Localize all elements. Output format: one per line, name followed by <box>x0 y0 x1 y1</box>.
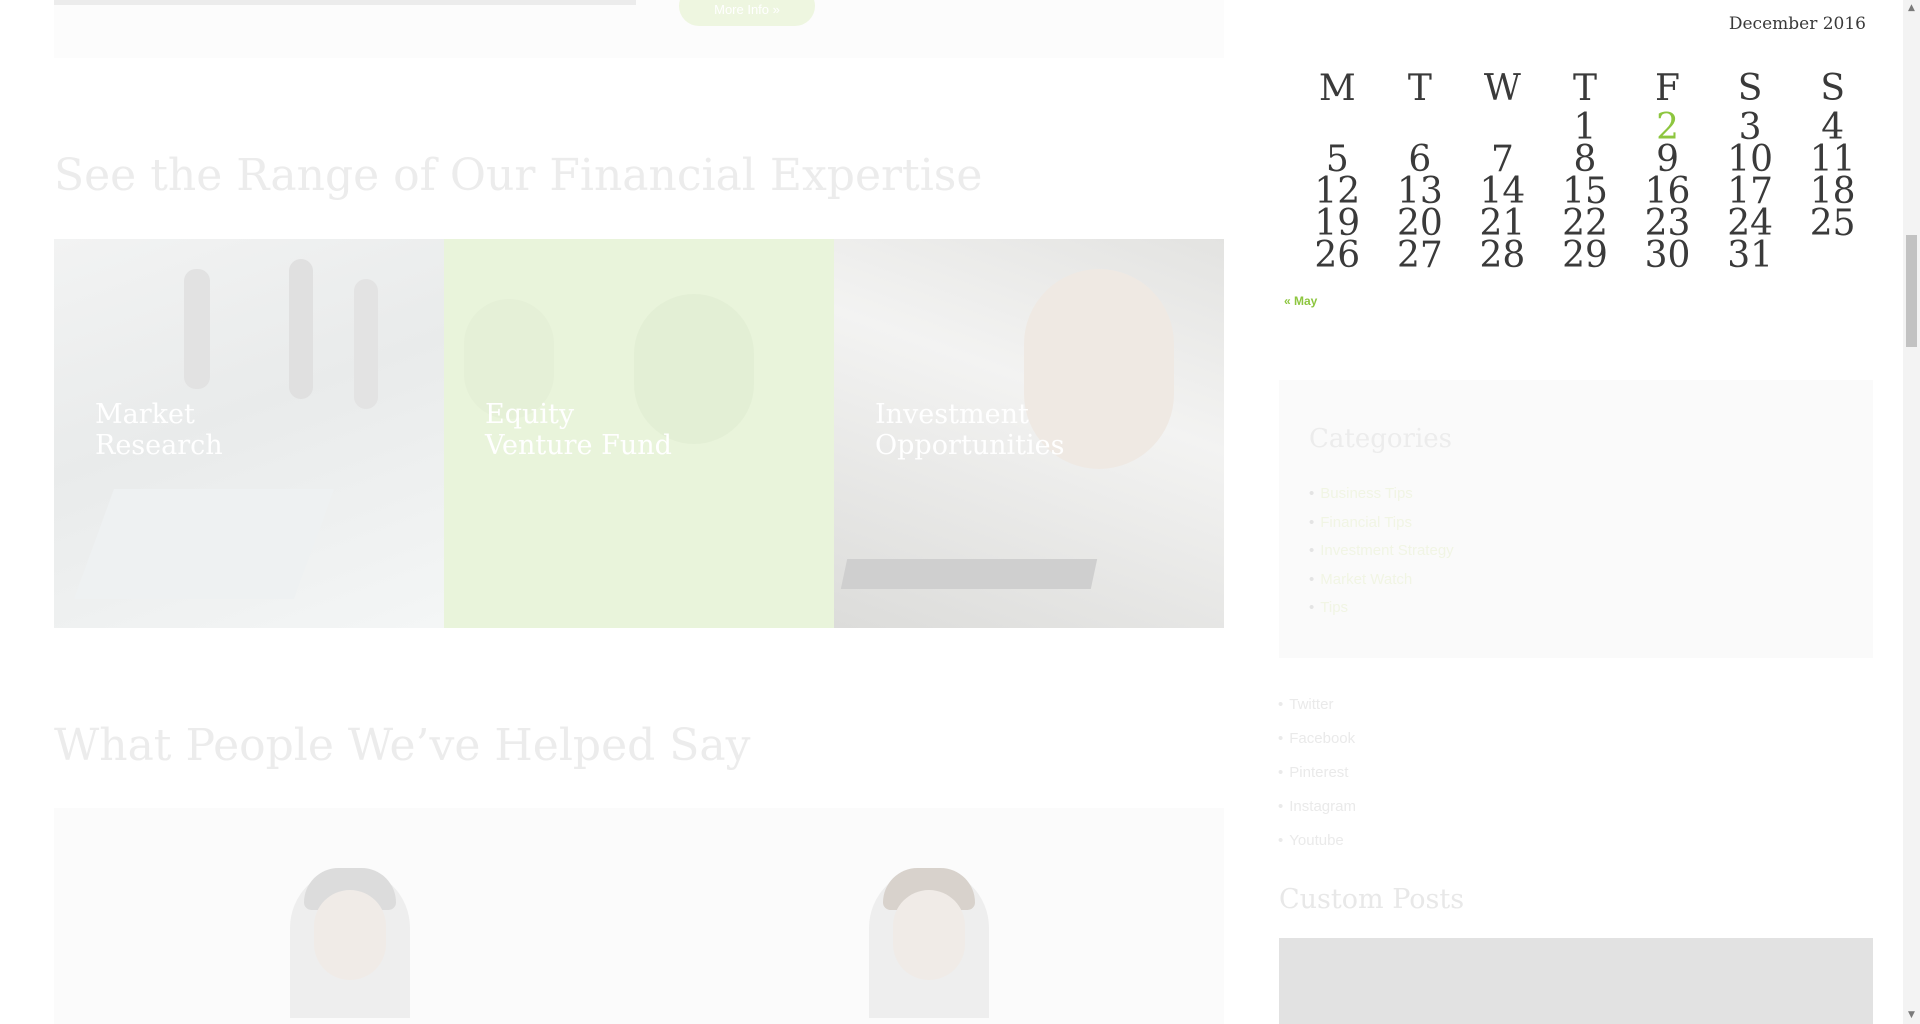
categories-title: Categories <box>1309 424 1452 454</box>
laptop-keyboard <box>840 559 1098 589</box>
social-link-youtube[interactable]: • Youtube <box>1278 832 1356 866</box>
post-card: More Info » <box>54 0 1224 58</box>
avatar-face <box>314 890 386 980</box>
custom-post-image[interactable] <box>1279 938 1873 1024</box>
scroll-down-arrow-icon[interactable]: ▼ <box>1903 1007 1920 1024</box>
weekday-label: S <box>1820 67 1846 109</box>
post-image <box>54 0 636 5</box>
scroll-up-arrow-icon[interactable]: ▲ <box>1903 0 1920 17</box>
calendar-day[interactable]: 29 <box>1544 238 1627 274</box>
social-link-twitter[interactable]: • Twitter <box>1278 696 1356 730</box>
calendar-day[interactable]: 27 <box>1379 238 1462 274</box>
weekday-label: M <box>1318 67 1356 109</box>
calendar-prev-month-link[interactable]: « May <box>1284 294 1317 308</box>
category-item[interactable]: • Tips <box>1309 599 1454 628</box>
social-links: • Twitter • Facebook • Pinterest • Instagram… <box>1278 696 1356 866</box>
social-link-instagram[interactable]: • Instagram <box>1278 798 1356 832</box>
calendar-day[interactable]: 26 <box>1296 238 1379 274</box>
page-scrollbar[interactable]: ▲ ▼ <box>1903 0 1920 1024</box>
testimonials-heading: What People We’ve Helped Say <box>54 720 751 771</box>
service-market-research[interactable]: Market Research <box>54 239 444 628</box>
weekday-label: T <box>1407 67 1432 109</box>
more-info-button[interactable]: More Info » <box>679 0 815 26</box>
service-title: Equity Venture Fund <box>485 399 672 461</box>
services-grid: Market Research Equity Venture Fund Invest… <box>54 239 1224 628</box>
weekday-label: T <box>1572 67 1597 109</box>
social-link-facebook[interactable]: • Facebook <box>1278 730 1356 764</box>
service-title: Market Research <box>95 399 223 461</box>
business-person-figure <box>289 259 313 399</box>
weekday-label: W <box>1483 67 1521 109</box>
category-item[interactable]: • Business Tips <box>1309 485 1454 514</box>
chart-paper-image <box>73 489 335 599</box>
service-title: Investment Opportunities <box>875 399 1065 461</box>
social-link-pinterest[interactable]: • Pinterest <box>1278 764 1356 798</box>
testimonials-area <box>54 808 1224 1024</box>
service-investment-opportunities[interactable]: Investment Opportunities <box>834 239 1224 628</box>
calendar-day[interactable]: 25 <box>1791 206 1874 242</box>
category-item[interactable]: • Financial Tips <box>1309 514 1454 543</box>
calendar-weekday-row: M T W T F S S <box>1296 64 1874 112</box>
avatar <box>290 868 410 1018</box>
calendar-empty-day <box>1791 240 1874 272</box>
calendar-caption: December 2016 <box>1728 14 1866 34</box>
business-person-figure <box>354 279 378 409</box>
category-item[interactable]: • Market Watch <box>1309 571 1454 600</box>
service-equity-venture-fund[interactable]: Equity Venture Fund <box>444 239 834 628</box>
avatar <box>869 868 989 1018</box>
calendar-week-row: 26 27 28 29 30 31 <box>1296 238 1874 274</box>
custom-posts-title: Custom Posts <box>1279 884 1465 915</box>
calendar-day[interactable]: 30 <box>1626 238 1709 274</box>
weekday-label: F <box>1655 67 1681 109</box>
business-person-figure <box>184 269 210 389</box>
category-item[interactable]: • Investment Strategy <box>1309 542 1454 571</box>
categories-widget: Categories • Business Tips • Financial Tip… <box>1279 380 1873 658</box>
calendar-days: 1 2 3 4 5 6 7 8 9 10 11 12 13 14 15 16 17 18 19 20 21 22 23 24 2… <box>1296 110 1874 274</box>
sidebar: December 2016 M T W T F S S 1 2 3 4 5 6 7 8 9 10 1… <box>1278 0 1874 1024</box>
calendar-day[interactable]: 31 <box>1709 238 1792 274</box>
weekday-label: S <box>1737 67 1763 109</box>
calendar-table: M T W T F S S 1 2 3 4 5 6 7 8 9 10 11 12 13 14 15 16 17 1… <box>1296 64 1874 274</box>
expertise-heading: See the Range of Our Financial Expertise <box>54 150 983 201</box>
categories-list: • Business Tips • Financial Tips • Investme… <box>1309 485 1454 628</box>
scrollbar-thumb[interactable] <box>1906 235 1917 347</box>
calendar-day[interactable]: 28 <box>1461 238 1544 274</box>
avatar-face <box>893 890 965 980</box>
